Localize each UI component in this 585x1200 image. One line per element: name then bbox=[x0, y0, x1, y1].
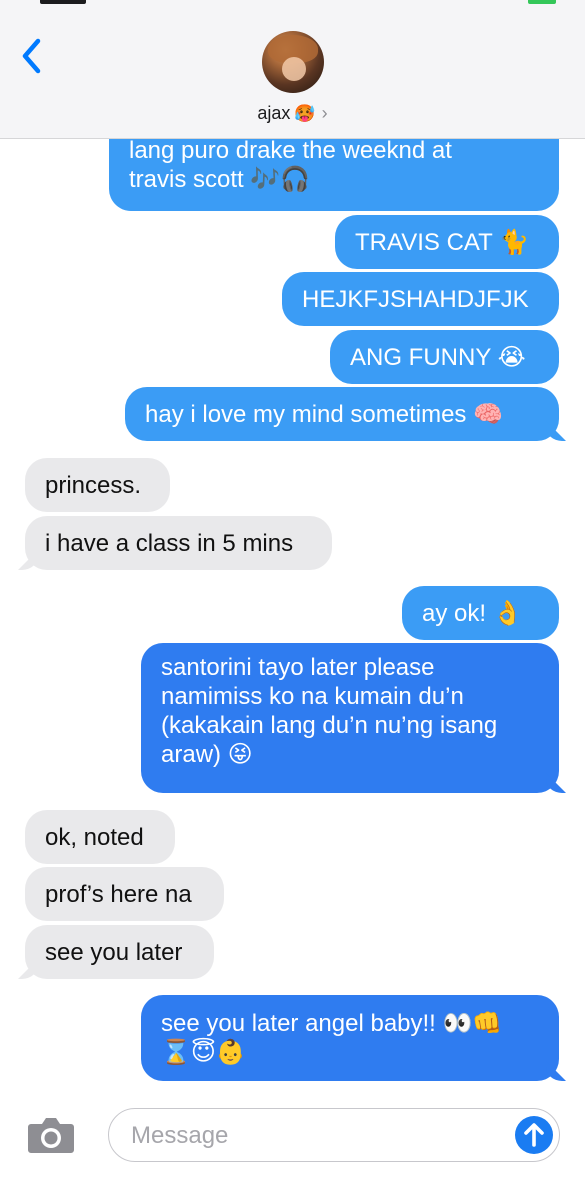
message-text: i have a class in 5 mins bbox=[45, 529, 294, 557]
message-bubble-sent[interactable]: ay ok! 👌 bbox=[402, 586, 559, 640]
message-line: see you later angel baby!! 👀👊 bbox=[161, 1010, 503, 1037]
message-bubble-sent[interactable]: ANG FUNNY 😭 bbox=[330, 330, 559, 384]
message-input[interactable]: Message bbox=[108, 1108, 560, 1162]
chevron-right-icon: › bbox=[321, 103, 328, 123]
message-text: HEJKFJSHAHDJFJK bbox=[302, 285, 529, 313]
contact-avatar[interactable] bbox=[262, 31, 324, 93]
back-button[interactable] bbox=[18, 36, 48, 76]
message-text: ay ok! 👌 bbox=[422, 599, 523, 627]
message-text: TRAVIS CAT 🐈 bbox=[355, 228, 529, 256]
message-text: ok, noted bbox=[45, 823, 144, 851]
battery-indicator bbox=[528, 0, 556, 4]
message-bubble-received[interactable]: princess. bbox=[25, 458, 170, 512]
conversation-header: ajax 🥵 › bbox=[0, 0, 585, 139]
message-line: ⌛😇👶 bbox=[161, 1039, 246, 1066]
message-bubble-sent[interactable]: santorini tayo later please namimiss ko … bbox=[141, 643, 559, 793]
contact-name-emoji: 🥵 bbox=[294, 104, 316, 123]
message-text: see you later bbox=[45, 938, 183, 966]
message-line: lang puro drake the weeknd at bbox=[129, 137, 452, 164]
status-bar-fragment bbox=[40, 0, 86, 4]
message-bubble-received[interactable]: prof’s here na bbox=[25, 867, 224, 921]
message-bubble-sent[interactable]: TRAVIS CAT 🐈 bbox=[335, 215, 559, 269]
camera-icon bbox=[28, 1118, 74, 1153]
contact-name: ajax bbox=[257, 103, 291, 123]
message-text: hay i love my mind sometimes 🧠 bbox=[145, 400, 503, 428]
message-line: (kakakain lang du’n nu’ng isang bbox=[161, 712, 498, 739]
message-line: namimiss ko na kumain du’n bbox=[161, 683, 464, 710]
message-line: araw) 😝 bbox=[161, 741, 253, 768]
message-bubble-received[interactable]: i have a class in 5 mins bbox=[25, 516, 332, 570]
message-bubble-sent[interactable]: see you later angel baby!! 👀👊 ⌛😇👶 bbox=[141, 995, 559, 1081]
message-input-placeholder: Message bbox=[131, 1122, 229, 1149]
message-line: santorini tayo later please bbox=[161, 654, 435, 681]
send-button[interactable] bbox=[515, 1116, 553, 1154]
message-bubble-sent[interactable]: hay i love my mind sometimes 🧠 bbox=[125, 387, 559, 441]
message-line: travis scott 🎶🎧 bbox=[129, 166, 311, 193]
message-text: ANG FUNNY 😭 bbox=[350, 343, 526, 371]
message-text: prof’s here na bbox=[45, 880, 192, 908]
chevron-left-icon bbox=[22, 38, 41, 74]
message-text: princess. bbox=[45, 471, 142, 499]
camera-button[interactable] bbox=[27, 1115, 75, 1155]
message-bubble-received[interactable]: see you later bbox=[25, 925, 214, 979]
contact-name-button[interactable]: ajax 🥵 › bbox=[0, 100, 585, 127]
message-bubble-received[interactable]: ok, noted bbox=[25, 810, 175, 864]
send-arrow-icon bbox=[524, 1123, 544, 1147]
message-bubble-sent[interactable]: HEJKFJSHAHDJFJK bbox=[282, 272, 559, 326]
